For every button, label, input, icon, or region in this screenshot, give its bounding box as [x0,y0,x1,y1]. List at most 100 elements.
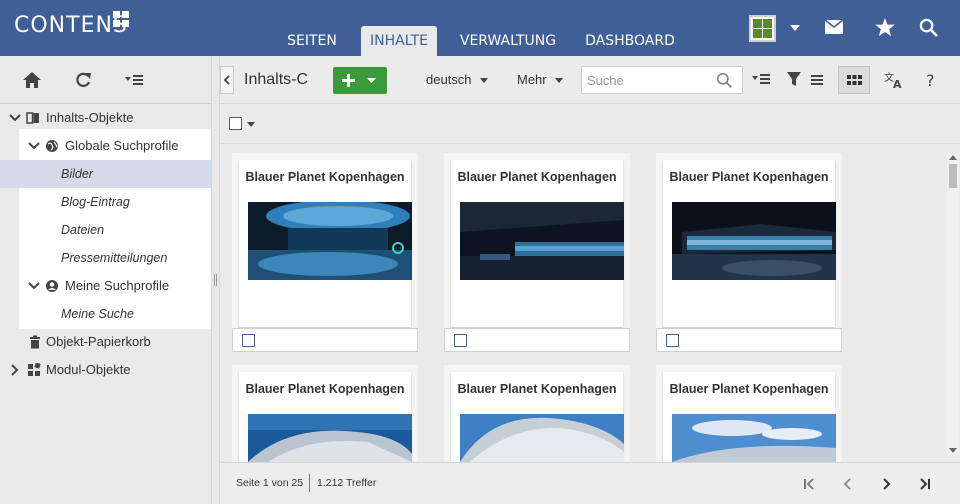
thumbnail-image[interactable] [672,414,836,462]
tree-item-meine-suchprofile[interactable]: Meine Suchprofile [19,272,211,300]
app-logo[interactable]: CONTENS [14,13,128,38]
tree-item-label: Pressemitteilungen [61,251,168,265]
tab-dashboard[interactable]: DASHBOARD [580,26,680,56]
last-page-icon[interactable] [916,475,934,493]
user-grid-icon[interactable] [749,15,776,42]
thumbnail-image[interactable] [672,202,836,280]
thumbnail-image[interactable] [248,414,412,462]
thumbnail-image[interactable] [460,202,624,280]
more-dropdown[interactable]: Mehr [517,72,563,87]
list-menu-icon[interactable] [124,70,144,90]
tree-item-objekt-papierkorb[interactable]: Objekt-Papierkorb [0,328,211,356]
card-checkbox[interactable] [242,334,255,347]
grid-view-icon [847,75,862,85]
chevron-left-icon [223,75,230,85]
status-bar: Seite 1 von 25 1.212 Treffer [220,462,960,504]
refresh-icon[interactable] [73,70,93,90]
chevron-right-icon[interactable] [8,363,22,377]
chevron-down-icon [554,78,563,84]
tree-item-label: Meine Suche [61,307,134,321]
scroll-up-icon[interactable] [949,155,957,161]
tab-inhalte[interactable]: INHALTE [361,26,437,56]
tree-item-label: Dateien [61,223,105,237]
home-icon[interactable] [22,70,42,90]
asset-card[interactable]: Blauer Planet Kopenhagen [444,153,630,352]
tree-item-globale-suchprofile[interactable]: Globale Suchprofile [0,132,211,160]
tree-item-bilder[interactable]: Bilder [0,160,211,188]
asset-card[interactable]: Blauer Planet Kopenhagen [656,365,842,462]
card-checkbox[interactable] [666,334,679,347]
chevron-down-icon [367,78,376,83]
translate-icon[interactable]: 文A [883,70,905,90]
hit-count: 1.212 Treffer [317,477,377,489]
tree-item-label: Globale Suchprofile [65,138,179,153]
asset-card[interactable]: Blauer Planet Kopenhagen [232,365,418,462]
tree-item-blog-eintrag[interactable]: Blog-Eintrag [19,188,211,216]
tree-item-inhalts-objekte[interactable]: Inhalts-Objekte [0,104,211,132]
splitter-grip-icon[interactable] [214,274,217,286]
star-icon[interactable] [875,18,895,37]
vertical-scrollbar[interactable] [947,154,959,456]
card-footer [656,328,842,352]
page-info: Seite 1 von 25 [236,477,304,489]
scroll-thumb[interactable] [949,164,957,188]
modules-icon [28,363,41,376]
card-title: Blauer Planet Kopenhagen [245,170,405,184]
more-label: Mehr [517,72,547,87]
first-page-icon[interactable] [800,475,818,493]
search-icon[interactable] [919,18,938,37]
tree-item-label: Inhalts-Objekte [46,110,134,125]
asset-card[interactable]: Blauer Planet Kopenhagen [656,153,842,352]
sidebar-splitter[interactable] [211,56,220,504]
scroll-down-icon[interactable] [949,448,957,454]
svg-text:A: A [893,78,902,90]
card-checkbox[interactable] [454,334,467,347]
tree-item-label: Modul-Objekte [46,362,131,377]
language-dropdown[interactable]: deutsch [426,72,488,87]
chevron-down-icon[interactable] [27,279,41,293]
thumbnail-image[interactable] [460,414,624,462]
search-box [581,66,743,94]
chevron-down-icon[interactable] [790,24,800,32]
asset-card[interactable]: Blauer Planet Kopenhagen [232,153,418,352]
user-circle-icon [46,280,58,292]
grid-view-button[interactable] [838,66,870,94]
list-view-icon[interactable] [808,70,830,90]
tab-verwaltung[interactable]: VERWALTUNG [455,26,561,56]
card-title: Blauer Planet Kopenhagen [245,382,405,396]
tree-item-meine-suche[interactable]: Meine Suche [19,300,211,328]
content-toolbar: Inhalts-C deutsch Mehr 文A ? [220,56,960,104]
selection-row [220,104,960,144]
tree-item-modul-objekte[interactable]: Modul-Objekte [0,356,211,384]
card-title: Blauer Planet Kopenhagen [669,170,829,184]
card-title: Blauer Planet Kopenhagen [457,382,617,396]
tree-item-label: Blog-Eintrag [61,195,130,209]
next-page-icon[interactable] [877,475,895,493]
list-menu-icon[interactable] [750,70,772,90]
search-input[interactable] [587,71,712,89]
tree-item-label: Bilder [61,167,93,181]
search-icon[interactable] [716,72,733,89]
logo-grid-icon [113,11,130,28]
plus-icon [342,74,355,87]
collapse-button[interactable] [220,66,234,94]
chevron-down-icon[interactable] [27,139,41,153]
page-title: Inhalts-C [244,71,309,88]
top-header: CONTENS SEITEN INHALTE VERWALTUNG DASHBO… [0,0,960,56]
filter-icon[interactable] [786,70,808,90]
add-button[interactable] [333,67,387,94]
prev-page-icon[interactable] [839,475,857,493]
tree-item-pressemitteilungen[interactable]: Pressemitteilungen [19,244,211,272]
asset-card[interactable]: Blauer Planet Kopenhagen [444,365,630,462]
mail-icon[interactable] [825,20,843,34]
tree-item-label: Objekt-Papierkorb [46,334,151,349]
thumbnail-image[interactable] [248,202,412,280]
help-icon[interactable]: ? [921,70,943,90]
chevron-down-icon[interactable] [247,122,255,127]
chevron-down-icon[interactable] [8,111,22,125]
select-all-checkbox[interactable] [229,117,242,130]
tree-item-dateien[interactable]: Dateien [19,216,211,244]
tab-seiten[interactable]: SEITEN [278,26,346,56]
svg-text:?: ? [926,71,935,90]
sidebar: Inhalts-Objekte Globale Suchprofile Bild… [0,56,211,504]
